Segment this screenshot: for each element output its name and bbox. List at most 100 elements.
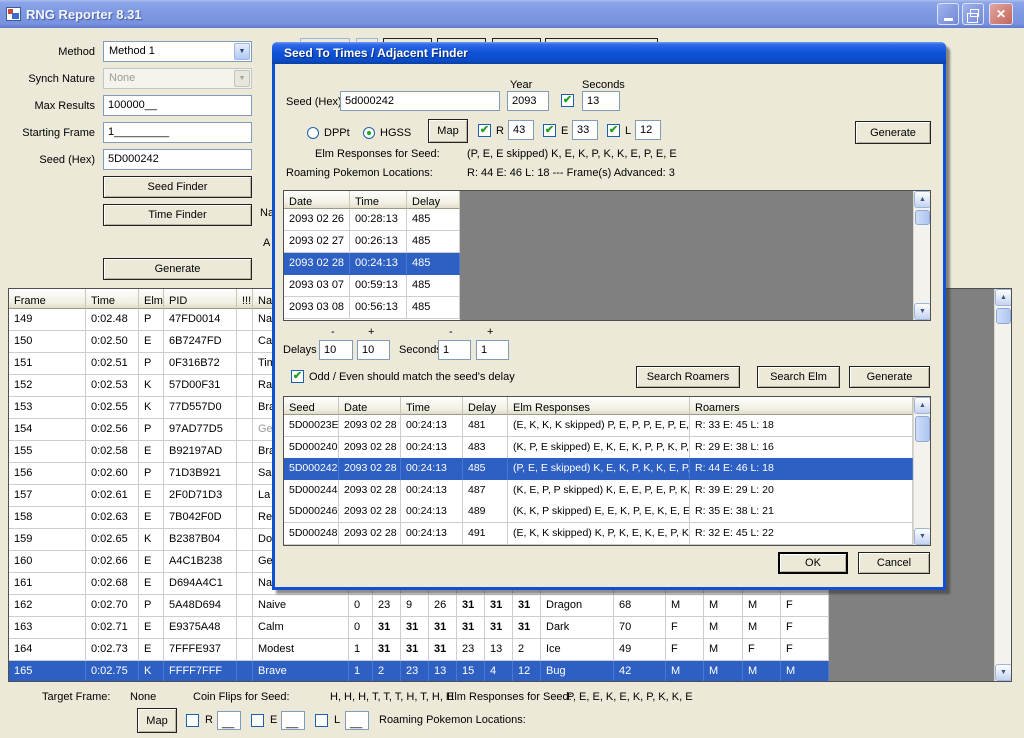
- column-header[interactable]: Time: [86, 289, 139, 309]
- table-row[interactable]: 1620:02.70P5A48D694Naive023926313131Drag…: [9, 595, 829, 617]
- cancel-button[interactable]: Cancel: [858, 552, 930, 574]
- table-row[interactable]: 1640:02.73E7FFFE937Modest131313123132Ice…: [9, 639, 829, 661]
- table-cell: 489: [463, 501, 508, 523]
- close-button[interactable]: ✕: [989, 3, 1013, 25]
- starting-frame-label: Starting Frame: [10, 127, 95, 139]
- dialog-e-input[interactable]: 33: [572, 120, 598, 140]
- second-plus-input[interactable]: 1: [476, 340, 509, 360]
- table-cell: 00:24:13: [401, 437, 463, 459]
- roaming-locations-label: Roaming Pokemon Locations:: [379, 714, 526, 726]
- column-header[interactable]: Roamers: [690, 397, 913, 415]
- method-select[interactable]: Method 1 ▼: [103, 41, 252, 62]
- dialog-map-button[interactable]: Map: [428, 119, 468, 143]
- table-cell: 485: [407, 231, 460, 253]
- table-row[interactable]: 2093 02 2800:24:13485: [284, 253, 460, 275]
- window-titlebar[interactable]: RNG Reporter 8.31 ✕: [0, 0, 1024, 28]
- time-finder-button[interactable]: Time Finder: [103, 204, 252, 226]
- scroll-down-button[interactable]: ▼: [995, 664, 1012, 681]
- table-row[interactable]: 2093 02 2600:28:13485: [284, 209, 460, 231]
- delay-plus-input[interactable]: 10: [357, 340, 390, 360]
- vertical-scrollbar[interactable]: ▲▼: [913, 191, 930, 320]
- column-header[interactable]: !!!: [237, 289, 253, 309]
- dppt-radio[interactable]: [307, 127, 319, 139]
- scroll-up-button[interactable]: ▲: [914, 191, 931, 208]
- table-row[interactable]: 2093 03 0700:59:13485: [284, 275, 460, 297]
- column-header[interactable]: Date: [339, 397, 401, 415]
- e-location-input[interactable]: __: [281, 711, 305, 730]
- minimize-icon: [944, 18, 953, 21]
- table-row[interactable]: 5D0002462093 02 2800:24:13489(K, K, P sk…: [284, 501, 913, 523]
- column-header[interactable]: Delay: [463, 397, 508, 415]
- method-value: Method 1: [109, 45, 155, 57]
- column-header[interactable]: Elm Responses: [508, 397, 690, 415]
- search-roamers-button[interactable]: Search Roamers: [636, 366, 740, 388]
- column-header[interactable]: Date: [284, 191, 350, 209]
- table-row[interactable]: 5D0002402093 02 2800:24:13483(K, P, E sk…: [284, 437, 913, 459]
- generate-button[interactable]: Generate: [103, 258, 252, 280]
- column-header[interactable]: PID: [164, 289, 237, 309]
- delay-minus-input[interactable]: 10: [319, 340, 353, 360]
- e-checkbox[interactable]: [251, 714, 264, 727]
- dialog-titlebar[interactable]: Seed To Times / Adjacent Finder: [272, 42, 946, 64]
- column-header[interactable]: Delay: [407, 191, 460, 209]
- column-header[interactable]: Seed: [284, 397, 339, 415]
- vertical-scrollbar[interactable]: ▲▼: [994, 289, 1011, 681]
- ok-button[interactable]: OK: [778, 552, 848, 574]
- scroll-up-button[interactable]: ▲: [995, 289, 1012, 306]
- dialog-e-checkbox[interactable]: ✔: [543, 124, 556, 137]
- max-results-input[interactable]: 100000__: [103, 95, 252, 116]
- year-input[interactable]: 2093: [507, 91, 549, 111]
- dialog-r-input[interactable]: 43: [508, 120, 534, 140]
- minimize-button[interactable]: [937, 3, 959, 25]
- elm-responses-value: P, E, E, K, E, K, P, K, K, E: [567, 691, 693, 703]
- l-checkbox[interactable]: [315, 714, 328, 727]
- scrollbar-thumb[interactable]: [996, 308, 1011, 324]
- chevron-down-icon[interactable]: ▼: [234, 43, 250, 60]
- starting-frame-input[interactable]: 1_________: [103, 122, 252, 143]
- column-header[interactable]: Time: [350, 191, 407, 209]
- table-cell: 2093 02 28: [339, 523, 401, 545]
- table-row[interactable]: 5D0002482093 02 2800:24:13491(E, K, K sk…: [284, 523, 913, 545]
- restore-button[interactable]: [962, 3, 984, 25]
- odd-even-checkbox[interactable]: ✔: [291, 370, 304, 383]
- table-row[interactable]: 1630:02.71EE9375A48Calm0313131313131Dark…: [9, 617, 829, 639]
- scroll-down-button[interactable]: ▼: [914, 528, 931, 545]
- scrollbar-thumb[interactable]: [915, 416, 930, 442]
- l-location-input[interactable]: __: [345, 711, 369, 730]
- map-button[interactable]: Map: [137, 708, 177, 733]
- seed-finder-button[interactable]: Seed Finder: [103, 176, 252, 198]
- dialog-seed-input[interactable]: 5d000242: [340, 91, 500, 111]
- table-cell: R: 29 E: 38 L: 16: [690, 437, 913, 459]
- e-label: E: [270, 714, 277, 726]
- table-cell: [237, 617, 253, 639]
- table-row[interactable]: 2093 03 0800:56:13485: [284, 297, 460, 319]
- scroll-up-button[interactable]: ▲: [914, 397, 931, 414]
- dialog-generate-top-button[interactable]: Generate: [855, 121, 931, 144]
- search-elm-button[interactable]: Search Elm: [757, 366, 840, 388]
- table-row[interactable]: 2093 02 2700:26:13485: [284, 231, 460, 253]
- r-checkbox[interactable]: [186, 714, 199, 727]
- dialog-l-checkbox[interactable]: ✔: [607, 124, 620, 137]
- hgss-radio[interactable]: [363, 127, 375, 139]
- table-cell: 158: [9, 507, 86, 529]
- dialog-l-input[interactable]: 12: [635, 120, 661, 140]
- table-cell: 23: [457, 639, 485, 661]
- seed-hex-input[interactable]: 5D000242: [103, 149, 252, 170]
- dialog-generate-bottom-button[interactable]: Generate: [849, 366, 930, 388]
- table-row[interactable]: 5D0002442093 02 2800:24:13487(K, E, P, P…: [284, 480, 913, 502]
- table-row[interactable]: 1650:02.75KFFFF7FFFBrave12231315412Bug42…: [9, 661, 829, 682]
- scroll-down-button[interactable]: ▼: [914, 303, 931, 320]
- column-header[interactable]: Elm: [139, 289, 164, 309]
- seconds-checkbox[interactable]: ✔: [561, 94, 574, 107]
- vertical-scrollbar[interactable]: ▲▼: [913, 397, 930, 545]
- r-location-input[interactable]: __: [217, 711, 241, 730]
- scrollbar-thumb[interactable]: [915, 210, 930, 225]
- column-header[interactable]: Time: [401, 397, 463, 415]
- table-row[interactable]: 5D00023E2093 02 2800:24:13481(E, K, K, K…: [284, 415, 913, 437]
- column-header[interactable]: Frame: [9, 289, 86, 309]
- table-row[interactable]: 5D0002422093 02 2800:24:13485(P, E, E sk…: [284, 458, 913, 480]
- dialog-r-checkbox[interactable]: ✔: [478, 124, 491, 137]
- seconds-input[interactable]: 13: [582, 91, 620, 111]
- table-cell: [237, 595, 253, 617]
- second-minus-input[interactable]: 1: [438, 340, 471, 360]
